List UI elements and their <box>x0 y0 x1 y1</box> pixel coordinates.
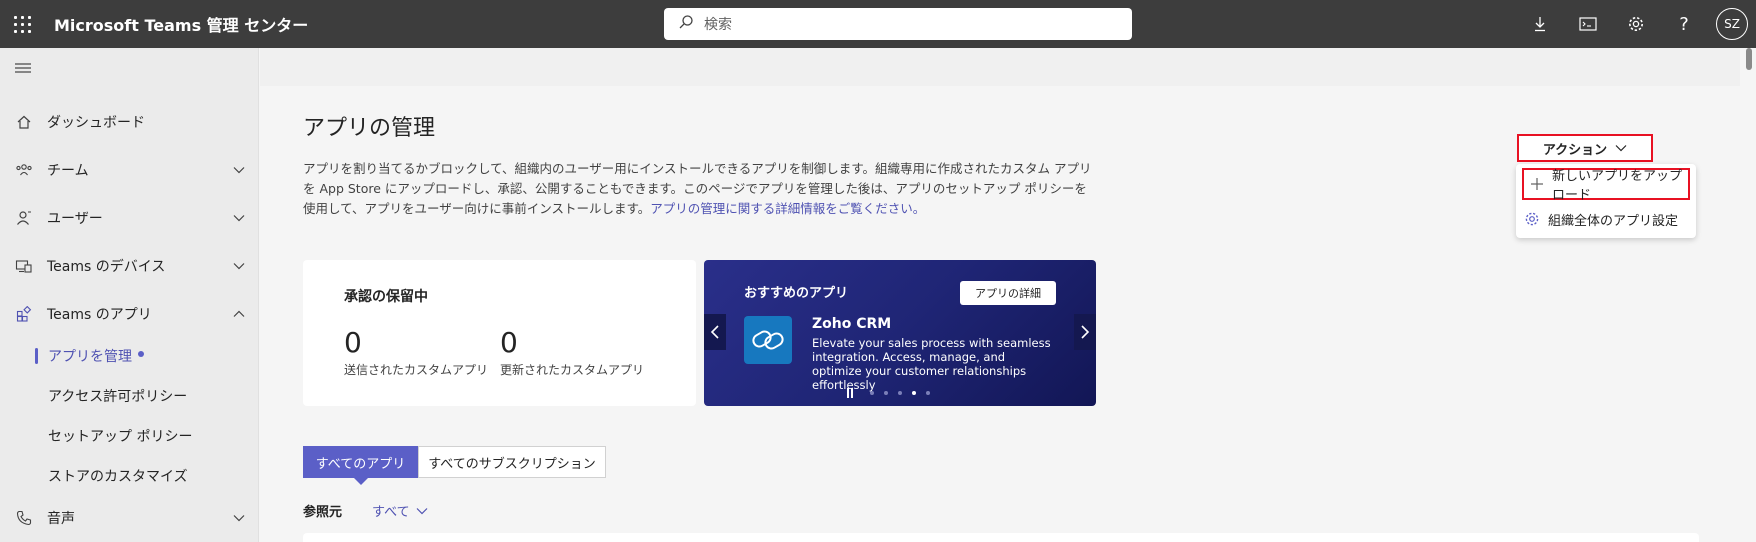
sidebar-item-label: チーム <box>47 163 89 179</box>
sidebar-subitem-label: アクセス許可ポリシー <box>48 389 188 405</box>
top-bar: Microsoft Teams 管理 センター 検索 ? SZ <box>0 0 1756 48</box>
sidebar-item-label: 音声 <box>47 511 75 527</box>
help-icon[interactable]: ? <box>1660 0 1708 48</box>
command-bar <box>260 48 1740 86</box>
menu-item-label: 新しいアプリをアップロード <box>1552 169 1683 203</box>
actions-button[interactable]: アクション <box>1517 134 1653 162</box>
phone-icon <box>14 508 34 528</box>
sidebar-item-teams-apps[interactable]: Teams のアプリ <box>0 294 259 334</box>
carousel-dot[interactable] <box>884 391 888 395</box>
carousel-dot[interactable] <box>926 391 930 395</box>
gear-icon[interactable] <box>1612 0 1660 48</box>
sidebar-subitem-label: アプリを管理 <box>48 349 132 365</box>
carousel-next-button[interactable] <box>1074 314 1096 350</box>
actions-menu: 新しいアプリをアップロード 組織全体のアプリ設定 <box>1516 164 1696 238</box>
featured-app-name[interactable]: Zoho CRM <box>812 316 891 332</box>
stat-label: 更新されたカスタムアプリ <box>500 363 645 377</box>
page-description: アプリを割り当てるかブロックして、組織内のユーザー用にインストールできるアプリを… <box>303 159 1093 219</box>
app-details-button[interactable]: アプリの詳細 <box>960 281 1056 305</box>
sidebar-item-voice[interactable]: 音声 <box>0 498 259 538</box>
chevron-down-icon <box>231 210 247 226</box>
actions-label: アクション <box>1542 142 1608 158</box>
app-tabs: すべてのアプリ すべてのサブスクリプション <box>303 446 606 485</box>
sidebar-item-dashboard[interactable]: ダッシュボード <box>0 102 259 142</box>
sidebar-item-label: ユーザー <box>47 211 103 227</box>
sidebar-item-users[interactable]: ユーザー <box>0 198 259 238</box>
upload-new-app-menu-item[interactable]: 新しいアプリをアップロード <box>1522 168 1690 203</box>
pending-approval-card: 承認の保留中 0 送信されたカスタムアプリ 0 更新されたカスタムアプリ <box>303 260 696 406</box>
submitted-custom-apps-stat[interactable]: 0 送信されたカスタムアプリ <box>344 326 488 378</box>
gear-icon <box>1524 211 1540 227</box>
apps-icon <box>14 304 34 324</box>
chevron-down-icon <box>231 258 247 274</box>
device-icon <box>14 256 34 276</box>
download-icon[interactable] <box>1516 0 1564 48</box>
teams-icon <box>14 160 34 180</box>
zoho-crm-logo-icon <box>744 316 792 364</box>
console-icon[interactable] <box>1564 0 1612 48</box>
chevron-up-icon <box>231 306 247 322</box>
home-icon <box>14 112 34 132</box>
pause-icon[interactable] <box>847 388 857 398</box>
chevron-down-icon <box>416 507 428 515</box>
sidebar-item-label: Teams のアプリ <box>47 307 152 323</box>
filter-value: すべて <box>372 505 410 520</box>
stat-label: 送信されたカスタムアプリ <box>344 363 489 377</box>
filter-label: 参照元 <box>303 505 343 520</box>
scrollbar-thumb[interactable] <box>1746 48 1752 70</box>
updated-custom-apps-stat[interactable]: 0 更新されたカスタムアプリ <box>500 326 644 378</box>
avatar[interactable]: SZ <box>1716 8 1748 40</box>
carousel-dot[interactable] <box>898 391 902 395</box>
sidebar-item-devices[interactable]: Teams のデバイス <box>0 246 259 286</box>
active-indicator <box>35 348 38 364</box>
featured-app-card: おすすめのアプリ アプリの詳細 Zoho CRM Elevate your sa… <box>704 260 1096 406</box>
stat-value: 0 <box>500 326 518 359</box>
chevron-down-icon <box>231 510 247 526</box>
tab-all-apps[interactable]: すべてのアプリ <box>303 446 418 485</box>
sidebar-subitem-store-customization[interactable]: ストアのカスタマイズ <box>0 458 259 494</box>
stat-value: 0 <box>344 326 362 359</box>
chevron-down-icon <box>1615 144 1627 152</box>
apps-table <box>303 533 1699 542</box>
chevron-down-icon <box>231 162 247 178</box>
search-icon <box>678 14 694 34</box>
learn-more-link[interactable]: アプリの管理に関する詳細情報をご覧ください。 <box>650 201 925 216</box>
tab-all-subscriptions[interactable]: すべてのサブスクリプション <box>418 446 606 478</box>
org-wide-app-settings-menu-item[interactable]: 組織全体のアプリ設定 <box>1516 202 1696 236</box>
carousel-dot[interactable] <box>870 391 874 395</box>
menu-item-label: 組織全体のアプリ設定 <box>1548 213 1679 229</box>
app-title[interactable]: Microsoft Teams 管理 センター <box>54 12 308 36</box>
filter-dropdown[interactable]: すべて <box>372 501 428 520</box>
sidebar-subitem-manage-apps[interactable]: アプリを管理 <box>0 338 259 374</box>
carousel-prev-button[interactable] <box>704 314 726 350</box>
sidebar-item-label: Teams のデバイス <box>47 259 166 275</box>
search-input[interactable]: 検索 <box>664 8 1132 40</box>
carousel-dot-active[interactable] <box>912 391 916 395</box>
sidebar-subitem-label: セットアップ ポリシー <box>48 429 193 445</box>
pending-approval-title: 承認の保留中 <box>344 289 428 305</box>
app-launcher-icon[interactable] <box>0 0 44 48</box>
user-icon <box>14 208 34 228</box>
sidebar-item-teams[interactable]: チーム <box>0 150 259 190</box>
sidebar-subitem-permission-policies[interactable]: アクセス許可ポリシー <box>0 378 259 414</box>
status-dot <box>138 351 144 357</box>
sidebar-subitem-setup-policies[interactable]: セットアップ ポリシー <box>0 418 259 454</box>
search-placeholder: 検索 <box>704 17 732 33</box>
sidebar-item-label: ダッシュボード <box>47 115 145 131</box>
carousel-indicators <box>847 388 935 398</box>
featured-app-label: おすすめのアプリ <box>744 286 849 301</box>
hamburger-icon[interactable] <box>0 48 258 88</box>
featured-app-description: Elevate your sales process with seamless… <box>812 336 1051 392</box>
plus-icon <box>1530 176 1544 192</box>
sidebar: ダッシュボード チーム ユーザー Teams のデバイス Teams のアプリ … <box>0 48 259 542</box>
page-title: アプリの管理 <box>303 116 436 141</box>
sidebar-subitem-label: ストアのカスタマイズ <box>48 469 188 485</box>
